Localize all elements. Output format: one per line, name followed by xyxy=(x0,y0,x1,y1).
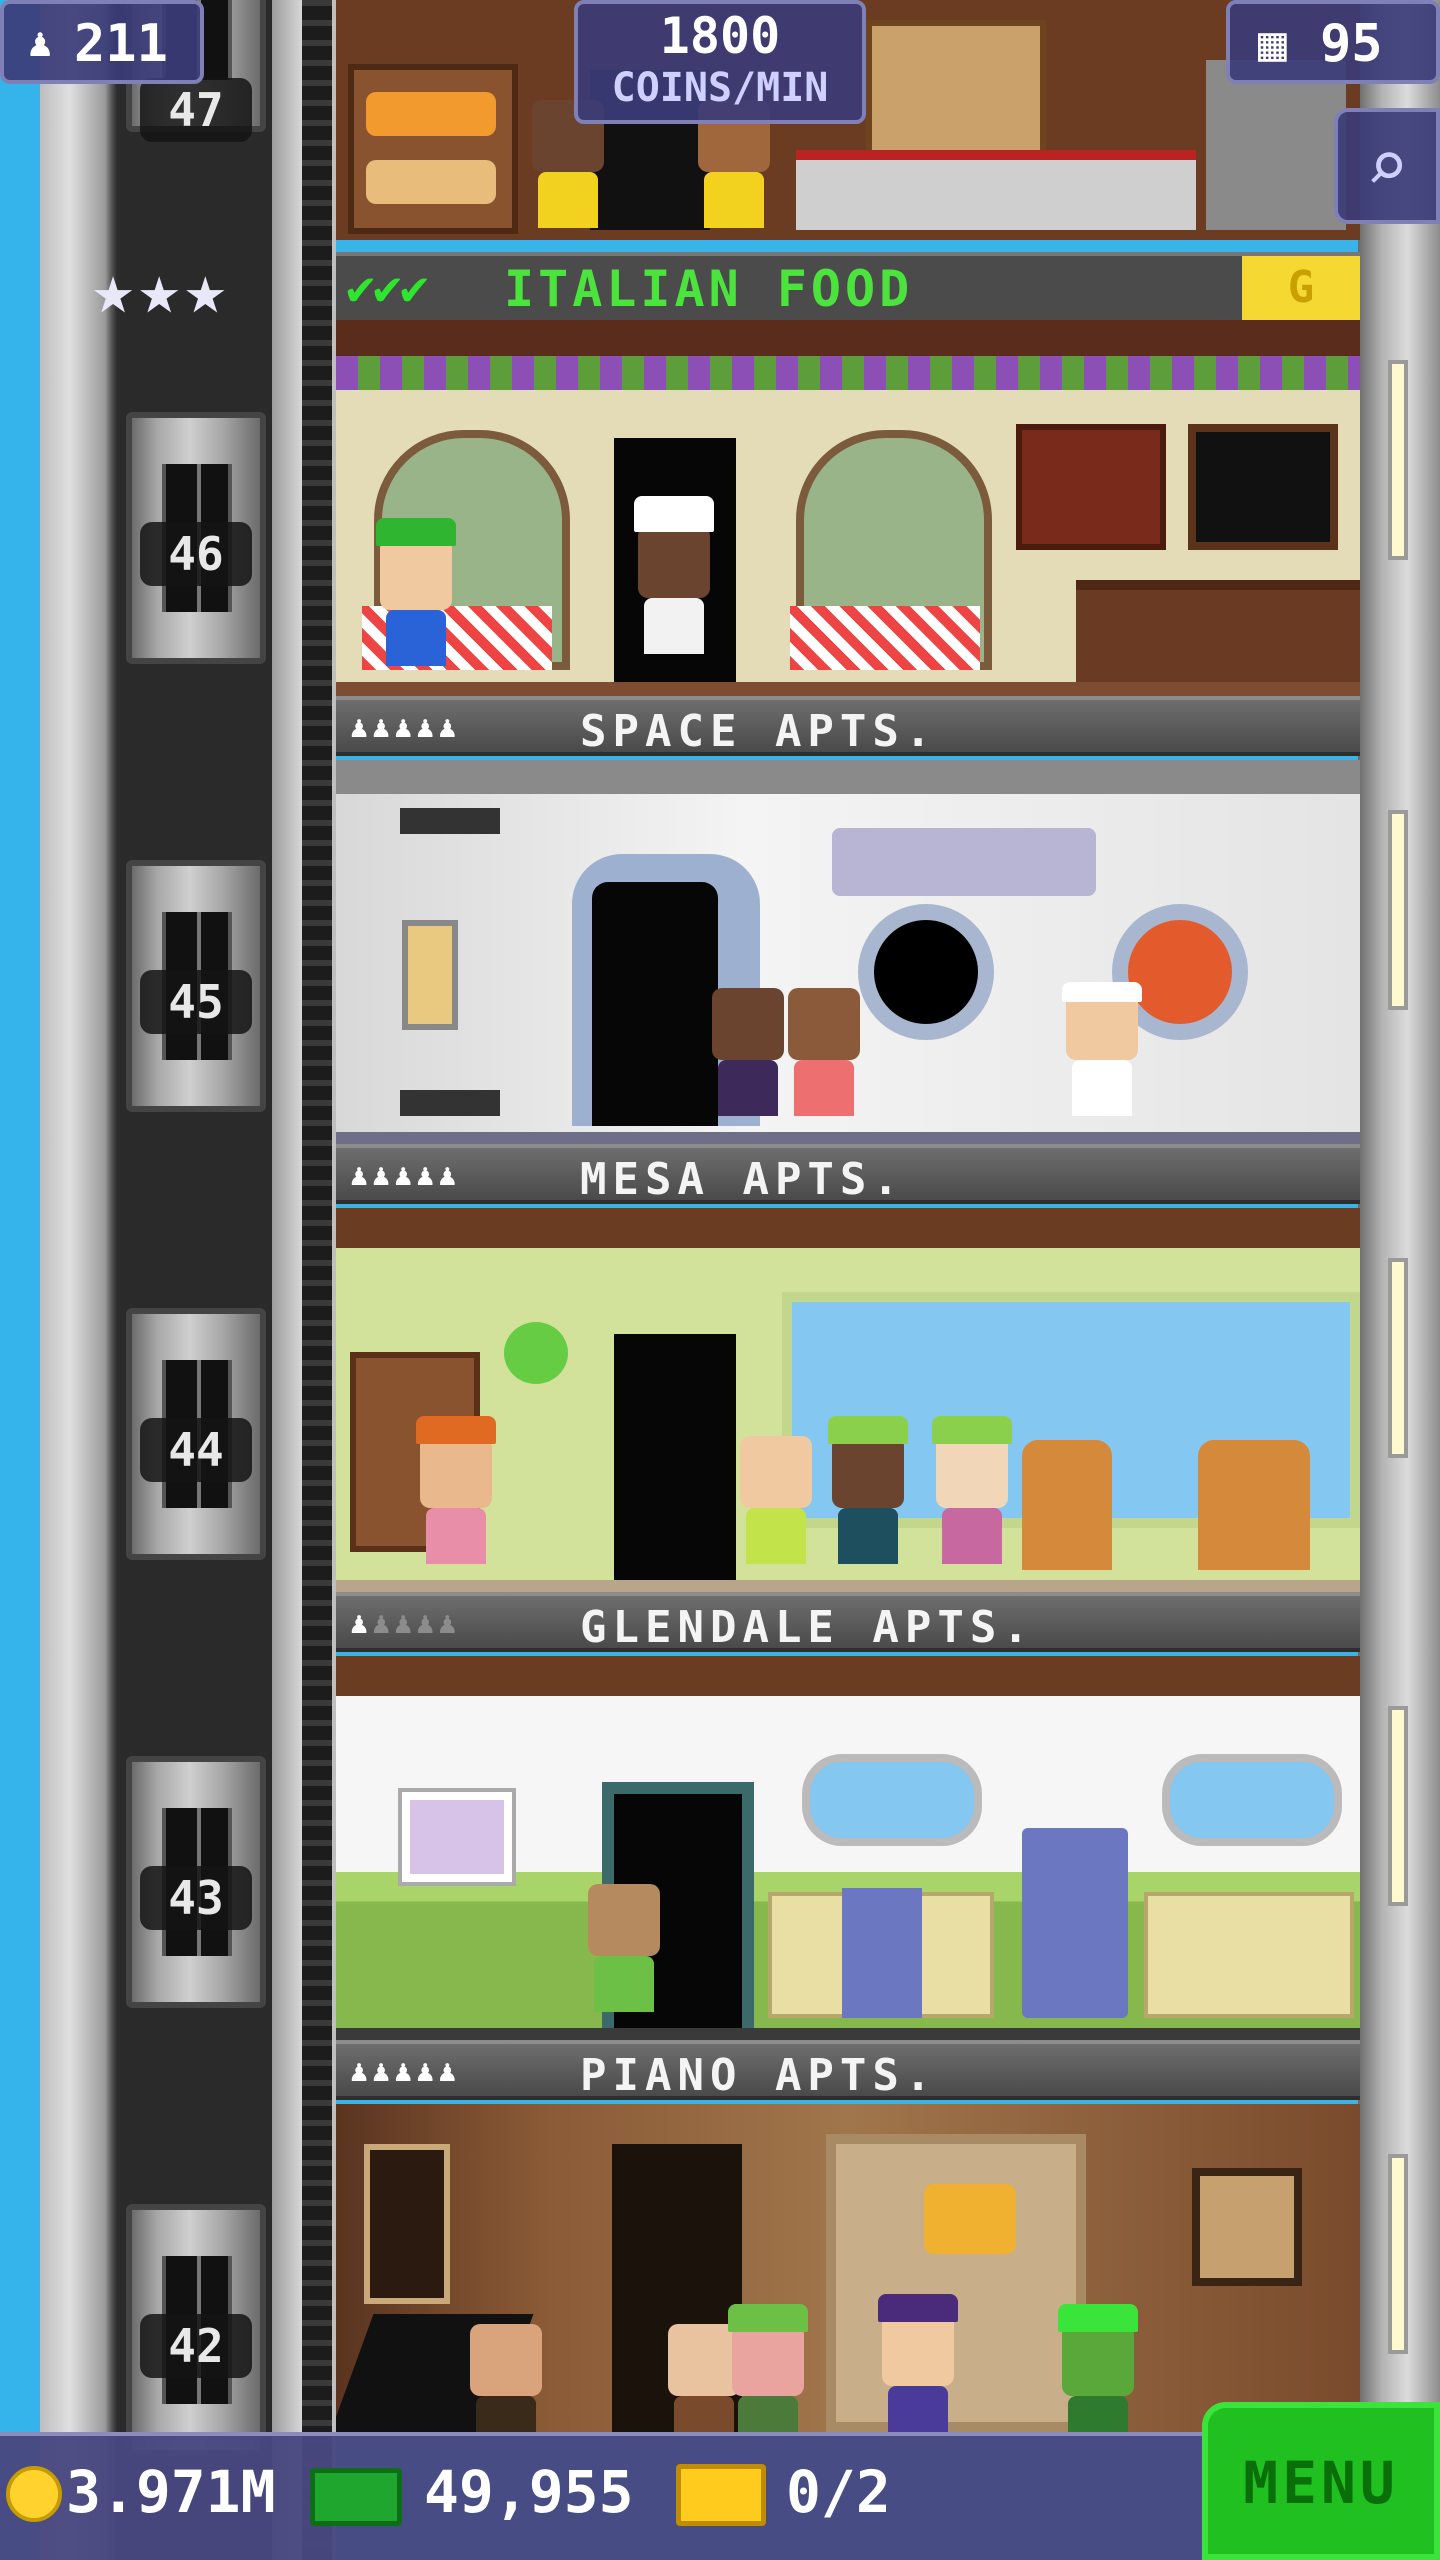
floor-banner-italian-food[interactable]: ✔✔✔ ITALIAN FOOD G xyxy=(336,252,1360,320)
floors-value: 95 xyxy=(1320,14,1383,74)
floor-number-44: 44 xyxy=(140,1418,252,1482)
elevator-rail xyxy=(302,0,332,2560)
elevator-column xyxy=(120,0,272,2560)
bux-value: 49,955 xyxy=(424,2458,634,2526)
window xyxy=(1388,2154,1408,2354)
floor-banner-mesa-apts[interactable]: ♟♟♟♟♟ MESA APTS. xyxy=(336,1144,1360,1205)
floor-title: GLENDALE APTS. xyxy=(580,1602,1035,1653)
window xyxy=(1388,1258,1408,1458)
floor-number-43: 43 xyxy=(140,1866,252,1930)
floor-banner-glendale-apts[interactable]: ♟♟♟♟♟ GLENDALE APTS. xyxy=(336,1592,1360,1653)
resident-icons: ♟♟♟♟♟ xyxy=(350,2054,461,2089)
menu-button[interactable]: MENU xyxy=(1202,2402,1440,2560)
coins-value: 3.971M xyxy=(66,2458,276,2526)
floor-name: ITALIAN FOOD xyxy=(504,260,914,318)
floor-number-47: 47 xyxy=(140,78,252,142)
floor-title: PIANO APTS. xyxy=(580,2050,938,2101)
tower-bux-icon xyxy=(310,2468,402,2526)
resident-icons: ♟♟♟♟♟ xyxy=(350,1158,461,1193)
resident-icons: ♟♟♟♟♟ xyxy=(350,710,461,745)
rate-value: 1800 xyxy=(659,7,781,65)
floor-title: MESA APTS. xyxy=(580,1154,905,1205)
coin-icon xyxy=(6,2466,62,2522)
gold-badge[interactable]: G xyxy=(1242,256,1360,320)
floor-title: SPACE APTS. xyxy=(580,706,938,757)
floor-banner-piano-apts[interactable]: ♟♟♟♟♟ PIANO APTS. xyxy=(336,2040,1360,2101)
magnifier-icon[interactable]: ⌕ xyxy=(1334,108,1440,224)
floor-number-45: 45 xyxy=(140,970,252,1034)
population-counter[interactable]: ♟ 211 xyxy=(0,0,204,84)
population-value: 211 xyxy=(74,14,168,74)
floors-counter[interactable]: ▦ 95 xyxy=(1226,0,1440,84)
ticket-icon xyxy=(676,2464,766,2526)
resident-icons: ♟♟♟♟♟ xyxy=(350,1606,461,1641)
window xyxy=(1388,360,1408,560)
window xyxy=(1388,810,1408,1010)
building-icon: ▦ xyxy=(1258,16,1287,72)
floor-slab xyxy=(336,682,1360,696)
rate-unit: COINS/MIN xyxy=(611,65,829,111)
income-rate: 1800 COINS/MIN xyxy=(574,0,866,124)
person-icon: ♟ xyxy=(28,20,53,66)
window xyxy=(1388,1706,1408,1906)
floor-number-42: 42 xyxy=(140,2314,252,2378)
tickets-value: 0/2 xyxy=(786,2458,891,2526)
floor-number-46: 46 xyxy=(140,522,252,586)
check-icons: ✔✔✔ xyxy=(346,260,429,316)
floor-banner-space-apts[interactable]: ♟♟♟♟♟ SPACE APTS. xyxy=(336,696,1360,757)
floor-stars: ★★★ xyxy=(92,248,231,330)
